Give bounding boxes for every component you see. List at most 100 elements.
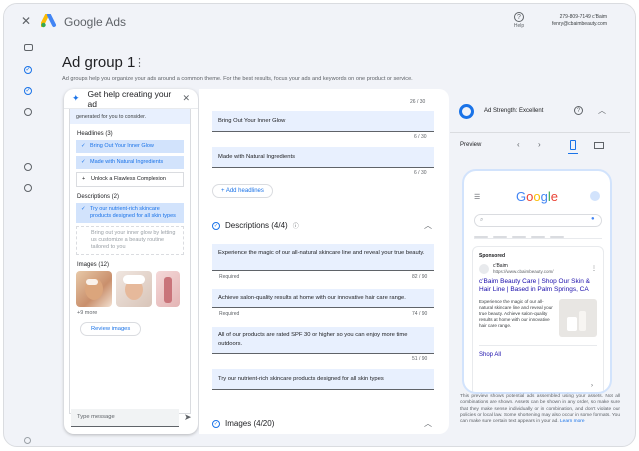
description-suggestion[interactable]: ✓ Try our nutrient-rich skincare products… (76, 203, 184, 223)
preview-label: Preview (460, 142, 482, 148)
mobile-preview: ☰ Google ⌕ ● Sponsored c'Baim https://ww… (462, 169, 612, 394)
assistant-panel: ✦ Get help creating your ad ✕ generated … (64, 89, 198, 434)
suggestion-text: Bring Out Your Inner Glow (90, 143, 154, 149)
more-options-icon[interactable]: ⋮ (134, 56, 145, 69)
account-id: 279-809-7149 c'Baim (559, 14, 607, 20)
top-bar: ✕ Google Ads ? Help 279-809-7149 c'Baim … (4, 4, 635, 38)
divider (450, 132, 630, 133)
assistant-suggestions: generated for you to consider. Headlines… (69, 109, 191, 414)
account-email: fenry@cbaimbeauty.com (551, 21, 607, 27)
close-icon[interactable]: ✕ (182, 93, 190, 104)
help-icon[interactable]: ? (574, 106, 583, 115)
step-circle-icon[interactable] (24, 163, 32, 171)
chevron-up-icon[interactable]: ︿ (424, 220, 432, 231)
review-images-button[interactable]: Review images (80, 322, 142, 336)
ad-body: Experience the magic of our all-natural … (479, 299, 597, 337)
help-icon[interactable]: ⓘ (293, 221, 299, 230)
plus-icon: + (82, 176, 86, 182)
image-thumbnail[interactable] (156, 271, 180, 307)
image-thumbnail[interactable] (76, 271, 112, 307)
images-section-header[interactable]: ✓ Images (4/20) (212, 419, 274, 428)
char-count: 51 / 90 (412, 356, 428, 362)
desktop-preview-icon[interactable] (594, 142, 604, 149)
headline-suggestion[interactable]: ✓ Bring Out Your Inner Glow (76, 140, 184, 153)
selected-indicator (568, 153, 578, 154)
advertiser-row: c'Baim https://www.cbaimbeauty.com/ ⋮ (479, 263, 597, 274)
descriptions-label: Descriptions (2) (77, 194, 120, 200)
settings-icon[interactable] (24, 437, 31, 444)
sponsored-label: Sponsored (479, 253, 506, 259)
disclaimer-text: This preview shows potential ads assembl… (460, 394, 620, 425)
add-headlines-label: Add headlines (225, 188, 264, 194)
ad-editor: 26 / 30 Bring Out Your Inner Glow 6 / 30… (199, 89, 449, 434)
required-label: Required (219, 311, 240, 317)
campaign-icon[interactable] (24, 44, 33, 51)
suggestion-text: Unlock a Flawless Complexion (91, 176, 166, 182)
description-suggestion[interactable]: Bring out your inner glow by letting us … (76, 226, 184, 255)
chevron-up-icon[interactable]: ︿ (598, 105, 606, 116)
step-check-icon[interactable]: ✓ (24, 87, 32, 95)
preview-panel: Ad Strength: Excellent ? ︿ Preview ‹ › ☰… (450, 89, 630, 434)
send-icon[interactable]: ➤ (184, 412, 192, 423)
search-tabs (474, 233, 602, 239)
step-check-icon[interactable]: ✓ (24, 66, 32, 74)
required-label: Required (219, 274, 240, 280)
learn-more-link[interactable]: Learn more (560, 419, 585, 424)
check-icon: ✓ (81, 143, 86, 149)
help-icon: ? (514, 12, 524, 22)
images-label: Images (12) (77, 262, 110, 268)
suggestion-text: Try our nutrient-rich skincare products … (90, 206, 176, 219)
check-circle-icon: ✓ (212, 221, 220, 230)
ad-description: Experience the magic of our all-natural … (479, 299, 553, 328)
check-circle-icon: ✓ (212, 419, 220, 428)
account-info[interactable]: 279-809-7149 c'Baim fenry@cbaimbeauty.co… (549, 14, 607, 28)
suggestion-text: Made with Natural Ingredients (90, 159, 164, 165)
mobile-preview-icon[interactable] (570, 140, 576, 150)
chevron-right-icon: › (591, 383, 593, 389)
chevron-left-icon[interactable]: ‹ (517, 140, 520, 149)
char-count: 6 / 30 (414, 170, 427, 176)
favicon-icon (479, 263, 489, 274)
headline-suggestion[interactable]: + Unlock a Flawless Complexion (76, 172, 184, 187)
description-field[interactable]: All of our products are rated SPF 30 or … (212, 327, 434, 354)
description-field[interactable]: Achieve salon-quality results at home wi… (212, 289, 434, 308)
images-header-label: Images (4/20) (225, 419, 275, 428)
char-count: 82 / 90 (412, 274, 428, 280)
ad-image (559, 299, 597, 337)
image-thumbnail[interactable] (116, 271, 152, 307)
char-count: 6 / 30 (414, 134, 427, 140)
headline-field[interactable]: Bring Out Your Inner Glow (212, 111, 434, 132)
page-title: Ad group 1 (62, 54, 136, 71)
preview-disclaimer: This preview shows potential ads assembl… (460, 394, 620, 425)
description-field[interactable]: Experience the magic of our all-natural … (212, 244, 434, 271)
suggestion-text: Bring out your inner glow by letting us … (91, 230, 176, 250)
char-count: 74 / 90 (412, 311, 428, 317)
assistant-intro: generated for you to consider. (70, 109, 190, 124)
descriptions-section-header[interactable]: ✓ Descriptions (4/4) ⓘ (212, 221, 299, 230)
description-field[interactable]: Try our nutrient-rich skincare products … (212, 369, 434, 390)
more-options-icon: ⋮ (591, 266, 597, 272)
search-icon: ⌕ (480, 217, 484, 223)
chevron-up-icon[interactable]: ︿ (424, 418, 432, 429)
char-count: 26 / 30 (410, 99, 426, 105)
message-input[interactable]: Type message (71, 409, 179, 427)
check-icon: ✓ (81, 159, 86, 165)
headline-field[interactable]: Made with Natural Ingredients (212, 147, 434, 168)
ad-headline: c'Baim Beauty Care | Shop Our Skin & Hai… (479, 278, 590, 293)
assistant-title: Get help creating your ad (87, 89, 172, 109)
headline-suggestion[interactable]: ✓ Made with Natural Ingredients (76, 156, 184, 169)
step-circle-icon[interactable] (24, 184, 32, 192)
ad-strength-label: Ad Strength: Excellent (484, 108, 544, 114)
step-circle-icon[interactable] (24, 108, 32, 116)
assistant-header: ✦ Get help creating your ad ✕ (64, 89, 198, 109)
help-button[interactable]: ? Help (509, 12, 529, 29)
ad-preview-card: Sponsored c'Baim https://www.cbaimbeauty… (472, 246, 604, 392)
chevron-right-icon[interactable]: › (538, 140, 541, 149)
add-headlines-button[interactable]: + Add headlines (212, 184, 273, 198)
mic-icon: ● (591, 216, 595, 222)
close-icon[interactable]: ✕ (21, 14, 31, 28)
page-subtitle: Ad groups help you organize your ads aro… (62, 76, 413, 82)
menu-icon: ☰ (474, 194, 481, 201)
headlines-label: Headlines (3) (77, 131, 113, 137)
